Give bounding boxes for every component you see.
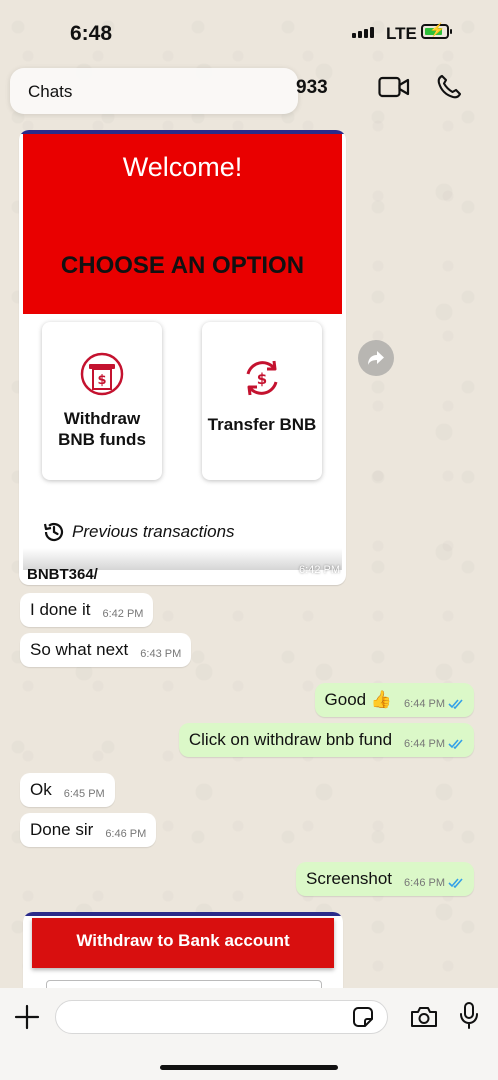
- card-banner: Welcome! CHOOSE AN OPTION: [23, 134, 342, 314]
- video-call-button[interactable]: [378, 76, 410, 103]
- sticker-button[interactable]: [352, 1006, 374, 1033]
- camera-button[interactable]: [410, 1006, 438, 1033]
- message-input[interactable]: [55, 1000, 388, 1034]
- card2-title: Withdraw to Bank account: [76, 931, 290, 950]
- transfer-option-label: Transfer BNB: [207, 415, 317, 434]
- card-choose: CHOOSE AN OPTION: [60, 252, 305, 279]
- read-receipt-icon: [448, 699, 464, 709]
- withdraw-option[interactable]: $ Withdraw BNB funds: [42, 322, 162, 480]
- transfer-option[interactable]: $ Transfer BNB: [202, 322, 322, 480]
- svg-text:$: $: [97, 373, 106, 388]
- message-time: 6:44 PM: [404, 738, 445, 750]
- back-label: Chats: [28, 82, 73, 101]
- exchange-icon: $: [246, 360, 278, 396]
- forward-icon: [368, 351, 384, 365]
- message-time: 6:44 PM: [404, 698, 445, 710]
- previous-transactions-label: Previous transactions: [72, 522, 235, 541]
- message-text: Click on withdraw bnb fund: [188, 730, 393, 749]
- home-indicator: [160, 1065, 338, 1070]
- contact-name[interactable]: 933: [296, 77, 328, 99]
- message-text: I done it: [30, 600, 91, 619]
- card-welcome: Welcome!: [122, 152, 243, 182]
- read-receipt-icon: [448, 739, 464, 749]
- voice-call-button[interactable]: [436, 74, 462, 105]
- message-time: 6:46 PM: [404, 877, 445, 889]
- message-bubble[interactable]: Good 👍 6:44 PM: [314, 683, 474, 717]
- message-bubble[interactable]: Ok 6:45 PM: [20, 773, 115, 807]
- message-text: Good 👍: [324, 690, 393, 709]
- message-text: Ok: [30, 780, 52, 799]
- mic-button[interactable]: [459, 1002, 479, 1035]
- video-icon: [378, 76, 410, 98]
- message-bubble[interactable]: So what next 6:43 PM: [20, 633, 192, 667]
- read-receipt-icon: [448, 878, 464, 888]
- message-text: Screenshot: [306, 869, 393, 888]
- battery-icon: ⚡: [421, 23, 452, 39]
- message-text: So what next: [30, 640, 129, 659]
- phone-icon: [437, 74, 462, 99]
- message-bubble[interactable]: Screenshot 6:46 PM: [296, 862, 474, 896]
- message-time: 6:42 PM: [102, 608, 144, 620]
- composer-bar: [0, 988, 498, 1080]
- menu-card[interactable]: Welcome! CHOOSE AN OPTION $ Withdraw BNB…: [19, 130, 346, 585]
- card2-top-line: [23, 912, 343, 916]
- message-time: 6:43 PM: [140, 648, 182, 660]
- message-bubble[interactable]: Click on withdraw bnb fund 6:44 PM: [178, 723, 474, 757]
- status-time: 6:48: [70, 22, 113, 45]
- previous-transactions-link[interactable]: Previous transactions: [42, 520, 235, 544]
- back-to-chats-button[interactable]: Chats: [10, 68, 298, 114]
- camera-icon: [411, 1007, 437, 1027]
- message-text: Done sir: [30, 820, 94, 839]
- status-bar: 6:48 LTE ⚡: [0, 0, 498, 60]
- attach-button[interactable]: [14, 1004, 40, 1035]
- mic-icon: [460, 1002, 478, 1029]
- atm-icon: $: [80, 352, 124, 396]
- svg-text:$: $: [257, 370, 267, 388]
- forward-button[interactable]: [358, 340, 394, 376]
- sticker-icon: [353, 1007, 373, 1027]
- message-time: 6:46 PM: [105, 828, 147, 840]
- message-bubble[interactable]: I done it 6:42 PM: [20, 593, 154, 627]
- plus-icon: [14, 1004, 40, 1030]
- message-bubble[interactable]: Done sir 6:46 PM: [20, 813, 157, 847]
- withdraw-option-label: Withdraw BNB funds: [58, 409, 146, 449]
- network-label: LTE: [386, 24, 417, 43]
- card-caption: BNBT364/: [27, 566, 98, 583]
- message-time: 6:45 PM: [63, 788, 105, 800]
- history-icon: [43, 522, 64, 542]
- signal-icon: [352, 27, 374, 38]
- card-timestamp: 6:42 PM: [299, 564, 340, 576]
- card2-banner: Withdraw to Bank account: [32, 918, 334, 968]
